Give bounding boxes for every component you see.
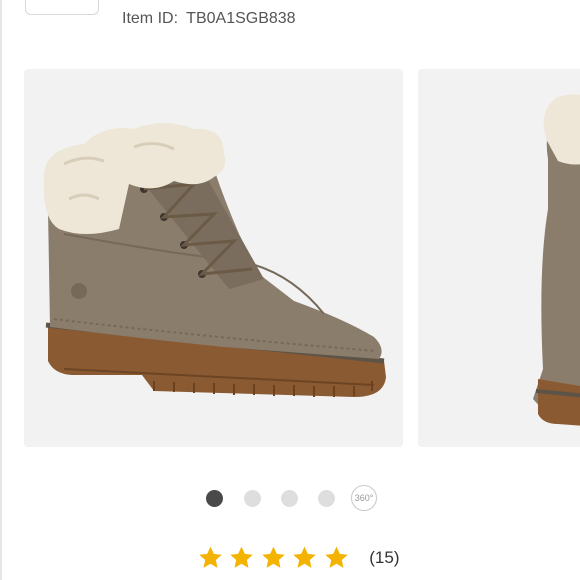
item-id-label: Item ID:	[122, 10, 179, 27]
product-image-main[interactable]	[24, 69, 403, 447]
star-icon	[262, 546, 285, 568]
boot-image	[43, 123, 386, 397]
thumbnail-tile[interactable]	[25, 0, 99, 15]
star-icon	[325, 546, 348, 568]
boot-image-partial	[533, 94, 580, 426]
carousel-dot-4[interactable]	[318, 490, 335, 507]
carousel-dot-2[interactable]	[244, 490, 261, 507]
product-image-gallery[interactable]	[24, 69, 580, 449]
item-id: Item ID: TB0A1SGB838	[122, 10, 296, 28]
view-360-button[interactable]: 360°	[351, 485, 377, 511]
carousel-indicators: 360°	[0, 485, 580, 511]
carousel-dot-3[interactable]	[281, 490, 298, 507]
carousel-dot-1[interactable]	[206, 490, 223, 507]
star-icon	[199, 546, 222, 568]
star-icon	[230, 546, 254, 568]
product-rating[interactable]: (15)	[198, 545, 400, 575]
item-id-value: TB0A1SGB838	[186, 10, 296, 27]
product-image-next[interactable]	[418, 69, 580, 447]
review-count[interactable]: (15)	[369, 548, 399, 568]
star-icon	[293, 546, 317, 568]
